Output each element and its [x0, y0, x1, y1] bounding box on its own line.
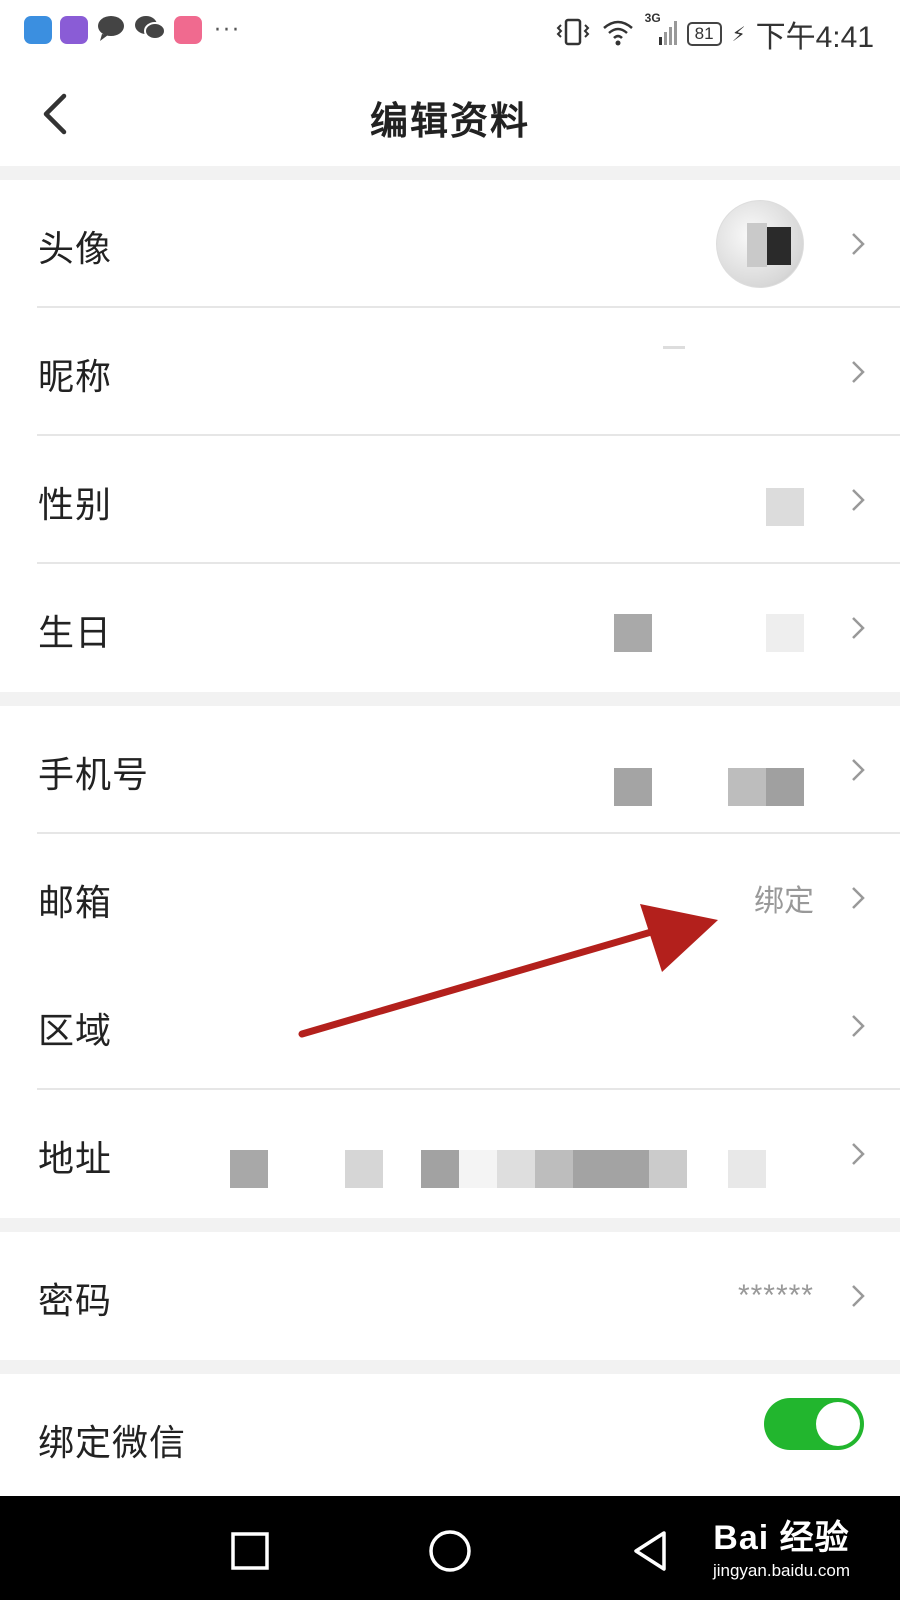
system-nav-bar: Bai 经验 jingyan.baidu.com — [0, 1496, 900, 1600]
header-bar: 编辑资料 — [0, 62, 900, 166]
status-bar: ··· 3G 81 ⚡ 下午4:41 — [0, 0, 900, 62]
chevron-right-icon — [852, 361, 865, 383]
row-label: 密码 — [38, 1281, 113, 1322]
watermark-brand: Bai 经验 — [713, 1519, 850, 1557]
redacted-value — [573, 1150, 649, 1188]
back-triangle-icon — [634, 1531, 666, 1571]
charging-icon: ⚡ — [731, 22, 746, 46]
back-nav-button[interactable] — [625, 1526, 675, 1576]
redacted-value — [766, 768, 804, 806]
wifi-icon — [601, 18, 635, 50]
redacted-value — [345, 1150, 383, 1188]
section-gap — [0, 1360, 900, 1374]
row-label: 邮箱 — [38, 883, 113, 924]
chevron-right-icon — [852, 1143, 865, 1165]
home-circle-icon — [429, 1530, 471, 1572]
clock: 下午4:41 — [755, 21, 874, 54]
overflow-dots: ··· — [214, 17, 241, 43]
bind-wechat-toggle[interactable] — [764, 1398, 864, 1450]
signal-icon: 3G — [645, 11, 677, 51]
row-label: 区域 — [38, 1011, 113, 1052]
chevron-right-icon — [852, 617, 865, 639]
row-avatar[interactable]: 头像 — [0, 180, 900, 308]
chevron-right-icon — [852, 887, 865, 909]
redacted-value — [459, 1150, 497, 1188]
section-gap — [0, 166, 900, 180]
email-bind-status: 绑定 — [754, 884, 814, 919]
row-label: 地址 — [38, 1139, 113, 1180]
battery-indicator: 81 — [686, 22, 722, 46]
toggle-knob — [816, 1402, 860, 1446]
app-icon-2 — [60, 16, 88, 44]
redacted-value — [766, 614, 804, 652]
row-nickname[interactable]: 昵称 — [0, 308, 900, 436]
app-icon-1 — [24, 16, 52, 44]
redacted-value — [230, 1150, 268, 1188]
redacted-value — [728, 1150, 766, 1188]
recents-button[interactable] — [225, 1526, 275, 1576]
row-region[interactable]: 区域 — [0, 962, 900, 1090]
chevron-right-icon — [852, 1015, 865, 1037]
redacted-value — [497, 1150, 535, 1188]
password-masked: ****** — [737, 1279, 814, 1312]
row-label: 昵称 — [38, 357, 113, 398]
row-gender[interactable]: 性别 — [0, 436, 900, 564]
vibrate-icon — [555, 17, 591, 51]
section-gap — [0, 692, 900, 706]
row-bind-wechat: 绑定微信 — [0, 1374, 900, 1496]
row-email[interactable]: 邮箱 绑定 — [0, 834, 900, 962]
row-label: 生日 — [38, 613, 113, 654]
row-label: 性别 — [38, 485, 113, 526]
message-icon — [96, 14, 126, 46]
watermark-url: jingyan.baidu.com — [712, 1561, 850, 1580]
row-label: 绑定微信 — [38, 1423, 187, 1464]
chevron-right-icon — [852, 489, 865, 511]
home-button[interactable] — [425, 1526, 475, 1576]
section-gap — [0, 1218, 900, 1232]
row-phone[interactable]: 手机号 — [0, 706, 900, 834]
page-title: 编辑资料 — [369, 99, 530, 143]
row-address[interactable]: 地址 — [0, 1090, 900, 1218]
watermark: Bai 经验 jingyan.baidu.com — [713, 1510, 850, 1581]
chevron-right-icon — [852, 1285, 865, 1307]
row-birthday[interactable]: 生日 — [0, 564, 900, 692]
avatar — [716, 200, 804, 288]
redacted-value — [535, 1150, 573, 1188]
row-label: 手机号 — [38, 755, 150, 796]
wechat-icon — [134, 14, 166, 46]
app-icon-5 — [174, 16, 202, 44]
row-password[interactable]: 密码 ****** — [0, 1232, 900, 1360]
chevron-right-icon — [852, 233, 865, 255]
redacted-value — [421, 1150, 459, 1188]
redacted-value — [766, 488, 804, 526]
redacted-value — [663, 346, 685, 349]
redacted-value — [649, 1150, 687, 1188]
redacted-value — [614, 614, 652, 652]
system-indicators: 3G 81 ⚡ 下午4:41 — [555, 11, 874, 56]
redacted-value — [728, 768, 766, 806]
row-label: 头像 — [38, 229, 113, 270]
notification-icons: ··· — [24, 14, 241, 46]
chevron-right-icon — [852, 759, 865, 781]
redacted-value — [614, 768, 652, 806]
recents-square-icon — [231, 1532, 269, 1570]
